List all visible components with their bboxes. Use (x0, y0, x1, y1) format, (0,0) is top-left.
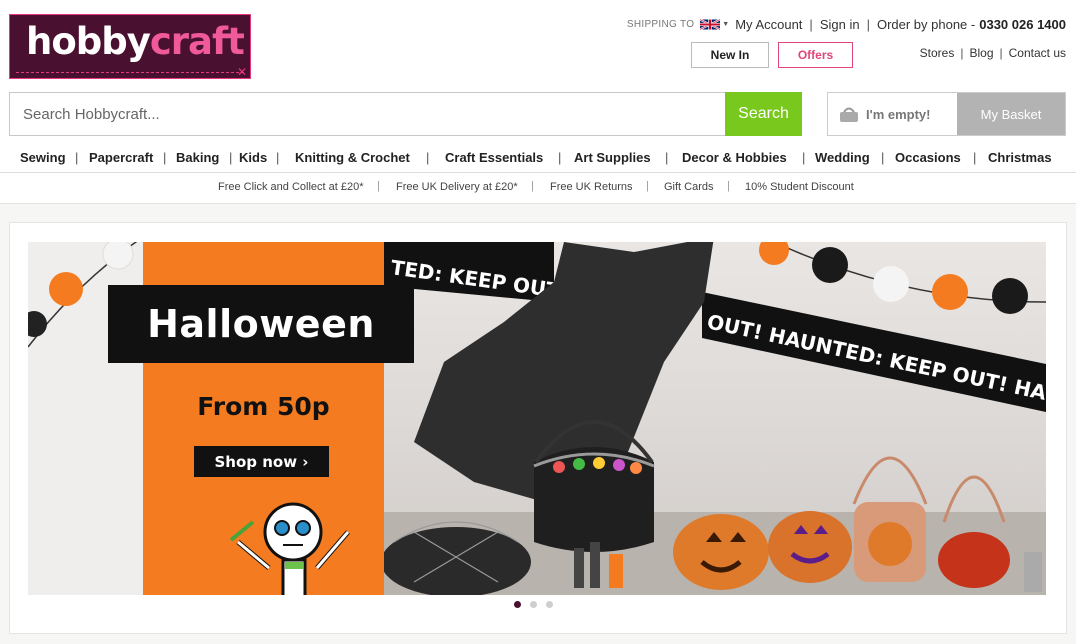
shipping-to-label: SHIPPING TO (626, 18, 695, 30)
logo-stitch-line (16, 72, 244, 73)
usp-free-returns[interactable]: Free UK Returns (550, 181, 633, 193)
separator: | (866, 16, 870, 32)
hobbycraft-logo[interactable]: hobbycraft ✕ (9, 14, 251, 79)
separator: | (802, 150, 806, 165)
separator: | (646, 180, 649, 192)
nav-item-craft-essentials[interactable]: Craft Essentials (445, 150, 543, 165)
phone-number[interactable]: 0330 026 1400 (979, 17, 1066, 32)
separator: | (75, 150, 79, 165)
sign-in-link[interactable]: Sign in (820, 17, 860, 32)
separator: | (163, 150, 167, 165)
basket-widget[interactable]: I'm empty! My Basket (827, 92, 1066, 136)
usp-student-discount[interactable]: 10% Student Discount (745, 181, 854, 193)
top-links: Stores | Blog | Contact us (920, 46, 1066, 60)
separator: | (960, 46, 964, 60)
nav-item-wedding[interactable]: Wedding (815, 150, 870, 165)
nav-item-occasions[interactable]: Occasions (895, 150, 961, 165)
search-bar: Search (9, 92, 802, 136)
main-navigation: Sewing | Papercraft | Baking | Kids | Kn… (0, 148, 1076, 168)
separator: | (531, 180, 534, 192)
separator: | (999, 46, 1003, 60)
nav-item-knitting-crochet[interactable]: Knitting & Crochet (295, 150, 410, 165)
separator: | (229, 150, 233, 165)
search-input[interactable] (10, 93, 726, 135)
carousel-dot-3[interactable] (546, 601, 553, 608)
halloween-decor-scene: TED: KEEP OUT! OUT! HAUNTED: KEEP OUT! H… (381, 242, 1046, 595)
carousel-dot-1[interactable] (514, 601, 521, 608)
nav-item-art-supplies[interactable]: Art Supplies (574, 150, 651, 165)
offers-button[interactable]: Offers (778, 42, 853, 68)
nav-item-kids[interactable]: Kids (239, 150, 267, 165)
chevron-down-icon[interactable]: ▼ (722, 21, 729, 28)
uk-flag-icon[interactable] (700, 18, 721, 31)
utility-bar: SHIPPING TO ▼ My Account | Sign in | Ord… (627, 16, 1066, 32)
basket-status-text: I'm empty! (866, 106, 931, 122)
hero-banner[interactable]: TED: KEEP OUT! OUT! HAUNTED: KEEP OUT! H… (28, 242, 1046, 595)
nav-item-baking[interactable]: Baking (176, 150, 219, 165)
separator: | (558, 150, 562, 165)
hero-title: Halloween (147, 302, 375, 346)
separator: | (727, 180, 730, 192)
separator: | (377, 180, 380, 192)
nav-item-sewing[interactable]: Sewing (20, 150, 66, 165)
my-basket-button[interactable]: My Basket (957, 93, 1065, 135)
new-in-button[interactable]: New In (691, 42, 769, 68)
separator: | (973, 150, 977, 165)
basket-status[interactable]: I'm empty! (828, 93, 957, 135)
separator: | (426, 150, 430, 165)
order-by-phone-label: Order by phone - (876, 16, 976, 32)
stores-link[interactable]: Stores (920, 46, 955, 60)
usp-free-delivery[interactable]: Free UK Delivery at £20* (396, 181, 518, 193)
logo-cross-stitch-icon: ✕ (236, 65, 247, 79)
shop-now-button[interactable]: Shop now › (194, 446, 329, 477)
hero-photo: TED: KEEP OUT! OUT! HAUNTED: KEEP OUT! H… (381, 242, 1046, 595)
basket-icon (840, 107, 858, 122)
my-account-link[interactable]: My Account (735, 17, 802, 32)
separator: | (881, 150, 885, 165)
hero-title-box: Halloween (108, 285, 414, 363)
separator: | (276, 150, 280, 165)
logo-wordmark: hobbycraft (26, 20, 245, 63)
nav-item-christmas[interactable]: Christmas (988, 150, 1052, 165)
hero-price-text: From 50p (197, 392, 330, 421)
usp-bar: Free Click and Collect at £20* | Free UK… (0, 180, 1076, 196)
blog-link[interactable]: Blog (969, 46, 993, 60)
carousel-dots (514, 601, 553, 608)
usp-click-collect[interactable]: Free Click and Collect at £20* (218, 181, 364, 193)
nav-item-papercraft[interactable]: Papercraft (89, 150, 153, 165)
search-button[interactable]: Search (725, 92, 802, 136)
nav-divider (0, 172, 1076, 173)
separator: | (665, 150, 669, 165)
contact-us-link[interactable]: Contact us (1009, 46, 1066, 60)
separator: | (809, 16, 813, 32)
nav-item-decor-hobbies[interactable]: Decor & Hobbies (682, 150, 787, 165)
carousel-dot-2[interactable] (530, 601, 537, 608)
usp-gift-cards[interactable]: Gift Cards (664, 181, 714, 193)
